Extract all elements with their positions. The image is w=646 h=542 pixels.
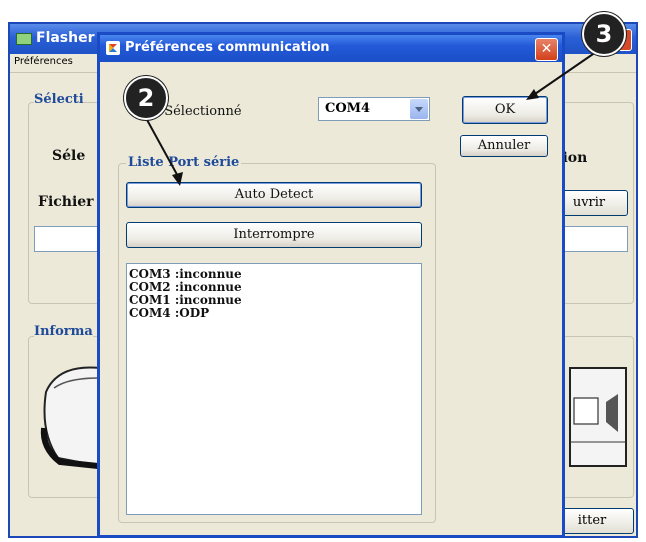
main-window-title: Flasher <box>36 30 95 46</box>
info-group-label: Informa <box>34 324 93 339</box>
stop-button-label: Interrompre <box>233 227 315 242</box>
ok-button[interactable]: OK <box>462 96 548 124</box>
selected-port-value: COM4 <box>325 101 371 116</box>
port-list[interactable]: COM3 :inconnue COM2 :inconnue COM1 :inco… <box>126 263 422 515</box>
close-icon: ✕ <box>540 41 553 57</box>
selected-port-dropdown[interactable]: COM4 <box>318 97 430 121</box>
open-file-button-label: uvrir <box>572 195 606 210</box>
chevron-down-icon[interactable] <box>410 99 428 119</box>
cancel-button-label: Annuler <box>477 138 531 153</box>
file-label: Fichier <box>38 194 94 210</box>
callout-2-badge: 2 <box>124 76 168 120</box>
dialog-close-button[interactable]: ✕ <box>535 38 558 61</box>
preferences-dialog: Préférences communication ✕ rie Sélectio… <box>97 32 565 538</box>
flasher-app-icon <box>16 33 32 45</box>
menu-preferences[interactable]: Préférences <box>14 56 73 67</box>
selection-label: Séle <box>52 148 86 164</box>
dialog-app-icon <box>106 41 120 55</box>
auto-detect-button[interactable]: Auto Detect <box>126 182 422 208</box>
cancel-button[interactable]: Annuler <box>460 135 548 157</box>
stop-button[interactable]: Interrompre <box>126 222 422 248</box>
callout-3-number: 3 <box>595 20 613 48</box>
selection-group-label: Sélecti <box>34 92 84 107</box>
callout-2-number: 2 <box>137 84 155 112</box>
dialog-title: Préférences communication <box>125 40 330 55</box>
port-list-items: COM3 :inconnue COM2 :inconnue COM1 :inco… <box>127 268 242 320</box>
quit-button-label: itter <box>577 513 607 528</box>
auto-detect-button-label: Auto Detect <box>234 187 314 202</box>
device-illustration-right <box>569 367 627 467</box>
callout-3-badge: 3 <box>582 12 626 56</box>
dialog-title-bar: Préférences communication ✕ <box>100 35 562 62</box>
port-list-group-label: Liste Port série <box>126 155 242 170</box>
ok-button-label: OK <box>494 102 516 117</box>
list-item[interactable]: COM4 :ODP <box>129 307 242 320</box>
